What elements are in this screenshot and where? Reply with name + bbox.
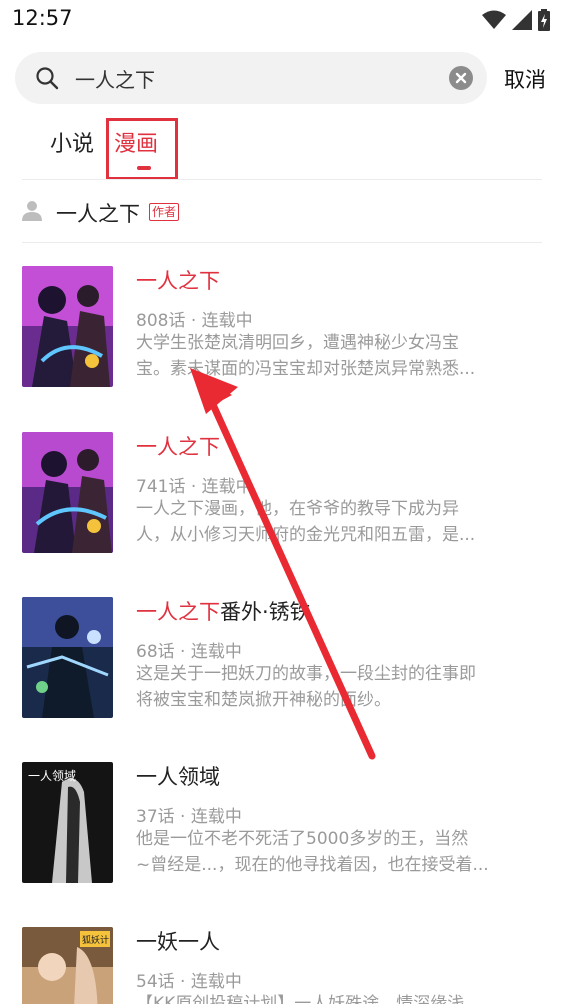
result-description: 大学生张楚岚清明回乡，遭遇神秘少女冯宝 宝。素未谋面的冯宝宝却对张楚岚异常熟悉..… <box>136 333 476 379</box>
result-meta: 808话 · 连载中 <box>136 311 253 331</box>
result-title: 一人领域 <box>136 762 220 792</box>
title-highlight: 一人之下 <box>136 269 220 293</box>
cover-text: 一人领域 <box>28 769 76 783</box>
cover-image <box>22 432 113 553</box>
tabs: 小说 漫画 <box>0 118 564 180</box>
result-title: 一人之下 <box>136 432 220 462</box>
result-meta: 68话 · 连载中 <box>136 642 242 662</box>
status-icons <box>482 9 550 31</box>
author-row[interactable]: 一人之下 作者 <box>0 192 564 232</box>
result-meta: 37话 · 连载中 <box>136 807 242 827</box>
result-title: 一人之下番外·锈铁 <box>136 597 311 627</box>
search-input[interactable] <box>75 60 445 96</box>
cover-image: 一人领域 <box>22 762 113 883</box>
clear-icon[interactable] <box>449 66 473 90</box>
cancel-button[interactable]: 取消 <box>504 64 546 94</box>
search-box[interactable] <box>15 52 487 104</box>
title-highlight: 一人之下 <box>136 435 220 459</box>
divider <box>22 242 542 243</box>
result-description: 这是关于一把妖刀的故事，一段尘封的往事即 将被宝宝和楚岚掀开神秘的面纱。 <box>136 664 476 710</box>
status-bar: 12:57 <box>0 0 564 40</box>
result-title: 一人之下 <box>136 266 220 296</box>
search-icon <box>36 67 59 90</box>
cover-image <box>22 266 113 387</box>
title-rest: 一人领域 <box>136 765 220 789</box>
result-item[interactable]: 一人领域 一人领域 37话 · 连载中 他是一位不老不死活了5000多岁的王，当… <box>0 762 564 887</box>
signal-icon <box>512 10 532 30</box>
divider <box>22 179 542 180</box>
highlight-box <box>106 118 178 180</box>
author-tag: 作者 <box>149 203 180 221</box>
author-name: 一人之下 <box>56 202 140 226</box>
result-item[interactable]: 狐妖计 一妖一人 54话 · 连载中 【KK原创投稿计划】一人妖殊途，情深缘浅 <box>0 927 564 1004</box>
cover-image: 狐妖计 <box>22 927 113 1004</box>
cover-image <box>22 597 113 718</box>
title-highlight: 一人之下 <box>136 600 220 624</box>
result-item[interactable]: 一人之下 741话 · 连载中 一人之下漫画，他，在爷爷的教导下成为异 人，从小修… <box>0 432 564 557</box>
result-title: 一妖一人 <box>136 927 220 957</box>
result-meta: 741话 · 连载中 <box>136 477 253 497</box>
title-rest: 番外·锈铁 <box>220 600 311 624</box>
cover-badge: 狐妖计 <box>82 934 109 946</box>
result-meta: 54话 · 连载中 <box>136 972 242 992</box>
search-row: 取消 <box>0 52 564 104</box>
result-description: 一人之下漫画，他，在爷爷的教导下成为异 人，从小修习天师府的金光咒和阳五雷，是..… <box>136 499 476 545</box>
result-description: 【KK原创投稿计划】一人妖殊途，情深缘浅 <box>136 994 465 1004</box>
status-time: 12:57 <box>12 6 73 30</box>
tab-novel[interactable]: 小说 <box>50 126 94 158</box>
title-rest: 一妖一人 <box>136 930 220 954</box>
wifi-icon <box>482 10 506 29</box>
battery-icon <box>538 9 550 31</box>
result-description: 他是一位不老不死活了5000多岁的王，当然 ~曾经是...，现在的他寻找着因，也在… <box>136 829 489 875</box>
result-item[interactable]: 一人之下番外·锈铁 68话 · 连载中 这是关于一把妖刀的故事，一段尘封的往事即… <box>0 597 564 722</box>
person-icon <box>22 201 42 221</box>
result-item[interactable]: 一人之下 808话 · 连载中 大学生张楚岚清明回乡，遭遇神秘少女冯宝 宝。素未谋… <box>0 266 564 391</box>
